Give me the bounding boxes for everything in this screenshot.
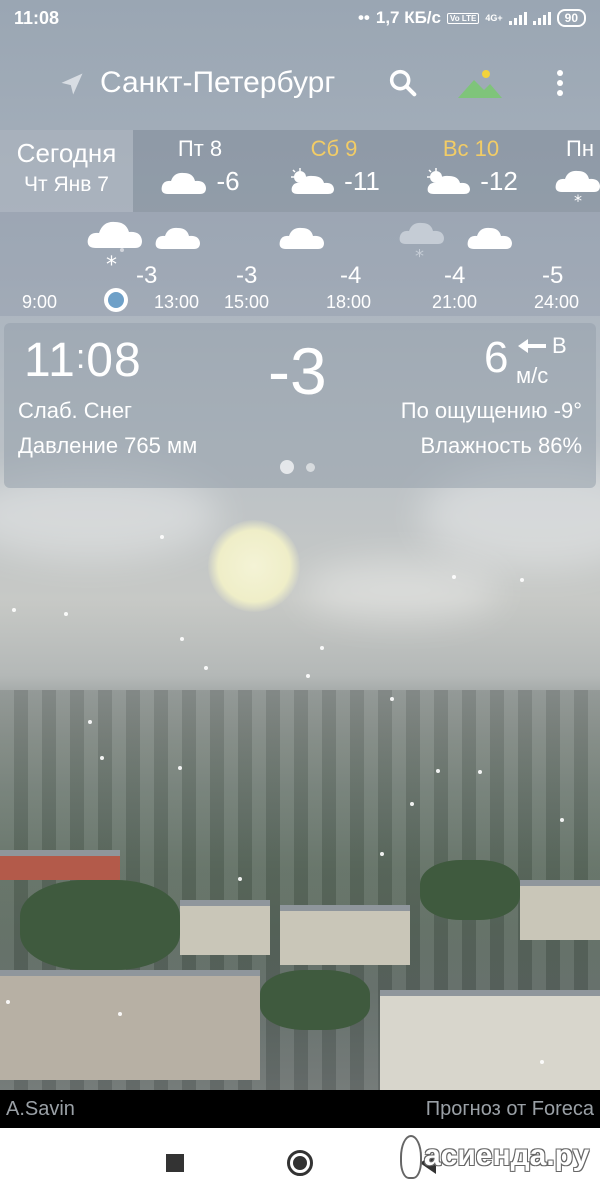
day-temp: -11 — [344, 166, 380, 196]
wind-direction: В — [518, 333, 567, 359]
snow-cloud-icon: * — [399, 222, 444, 262]
current-time-marker — [104, 288, 128, 312]
hourly-forecast-strip[interactable]: * * -3 -3 -4 -4 -5 9:00 13:00 15:00 18:0… — [0, 212, 600, 316]
hour-temp: -4 — [340, 262, 362, 289]
cloud-icon — [467, 227, 512, 249]
site-watermark: асиенда.ру — [400, 1135, 589, 1179]
hour-time: 9:00 — [22, 292, 58, 312]
humidity: Влажность 86% — [420, 433, 582, 458]
hour-time: 18:00 — [326, 292, 372, 312]
page-dot-active — [280, 460, 294, 474]
status-bar: 11:08 •• 1,7 КБ/с Vo LTE 4G+ 90 — [0, 0, 600, 36]
day-item[interactable]: Сб 9 -11 — [284, 130, 384, 212]
day-name: Пт 8 — [177, 136, 223, 161]
wind-arrow-icon — [518, 339, 546, 353]
current-conditions-card[interactable]: 11:08 -3 6 В м/с Слаб. Снег По ощущению … — [4, 323, 596, 488]
app-header: Санкт-Петербург — [0, 50, 600, 116]
day-name: Пн — [566, 136, 594, 161]
cloud-icon — [279, 227, 324, 249]
current-time: 11:08 — [24, 333, 142, 388]
city-skyline — [0, 690, 600, 1090]
wind-unit: м/с — [516, 363, 549, 388]
city-name[interactable]: Санкт-Петербург — [100, 66, 335, 100]
hour-time: 24:00 — [534, 292, 580, 312]
svg-text:*: * — [106, 253, 117, 272]
dots-icon: •• — [357, 8, 370, 27]
leaf-logo-icon — [400, 1135, 422, 1179]
pressure: Давление 765 мм — [18, 433, 198, 458]
today-date: Чт Янв 7 — [24, 173, 109, 196]
svg-text:*: * — [415, 246, 424, 262]
feels-like: По ощущению -9° — [400, 398, 582, 423]
time-colon: : — [75, 338, 87, 376]
page-indicator — [280, 460, 315, 474]
home-button[interactable] — [287, 1150, 313, 1176]
wind-speed: 6 — [484, 333, 509, 382]
hour-time: 15:00 — [224, 292, 270, 312]
cloud-icon — [162, 172, 207, 194]
signal-icon — [508, 11, 527, 25]
condition-text: Слаб. Снег — [18, 398, 133, 423]
day-name: Сб 9 — [310, 136, 358, 161]
svg-text:*: * — [574, 191, 582, 206]
sun-image — [208, 520, 300, 612]
credits-bar: A.Savin Прогноз от Foreca — [0, 1092, 600, 1128]
watermark-text: асиенда.ру — [424, 1138, 590, 1172]
battery-icon: 90 — [556, 9, 586, 27]
hour-temp: -5 — [542, 262, 564, 289]
day-item[interactable]: Пн * — [552, 130, 600, 212]
wind-direction-label: В — [552, 333, 567, 358]
hour-time: 21:00 — [432, 292, 478, 312]
cloud-icon — [155, 227, 200, 249]
snow-cloud-icon: * — [555, 170, 600, 206]
hour-time: 13:00 — [154, 292, 200, 312]
hour-temp: -3 — [136, 262, 158, 289]
volte-badge: Vo LTE — [447, 12, 480, 24]
network-speed: 1,7 КБ/с — [375, 8, 441, 27]
day-item[interactable]: Пт 8 -6 — [150, 130, 250, 212]
page-dot — [306, 462, 315, 472]
search-icon[interactable] — [386, 66, 420, 100]
landscape-icon[interactable] — [456, 66, 504, 100]
daily-forecast-strip[interactable]: Сегодня Чт Янв 7 Пт 8 -6 Сб 9 -11 Вс 10 — [0, 130, 600, 212]
day-temp: -12 — [480, 166, 518, 196]
day-today[interactable]: Сегодня Чт Янв 7 — [0, 130, 133, 212]
current-time-hours: 11 — [24, 334, 76, 387]
partly-cloudy-icon — [427, 167, 471, 194]
partly-cloudy-icon — [291, 167, 335, 194]
status-time: 11:08 — [14, 7, 60, 28]
more-options-icon[interactable] — [550, 66, 570, 100]
today-label: Сегодня — [16, 138, 117, 168]
day-temp: -6 — [216, 166, 240, 196]
forecast-provider[interactable]: Прогноз от Foreca — [426, 1098, 594, 1121]
network-type: 4G+ — [485, 13, 503, 23]
photo-author[interactable]: A.Savin — [6, 1098, 75, 1121]
current-temperature: -3 — [268, 334, 327, 408]
hour-temp: -3 — [236, 262, 258, 289]
day-name: Вс 10 — [442, 136, 500, 161]
signal-icon-2 — [532, 11, 551, 25]
recent-apps-button[interactable] — [166, 1154, 184, 1172]
hour-temp: -4 — [444, 262, 466, 289]
current-time-minutes: 08 — [86, 334, 142, 387]
location-arrow-icon[interactable] — [58, 70, 86, 98]
day-item[interactable]: Вс 10 -12 — [416, 130, 526, 212]
